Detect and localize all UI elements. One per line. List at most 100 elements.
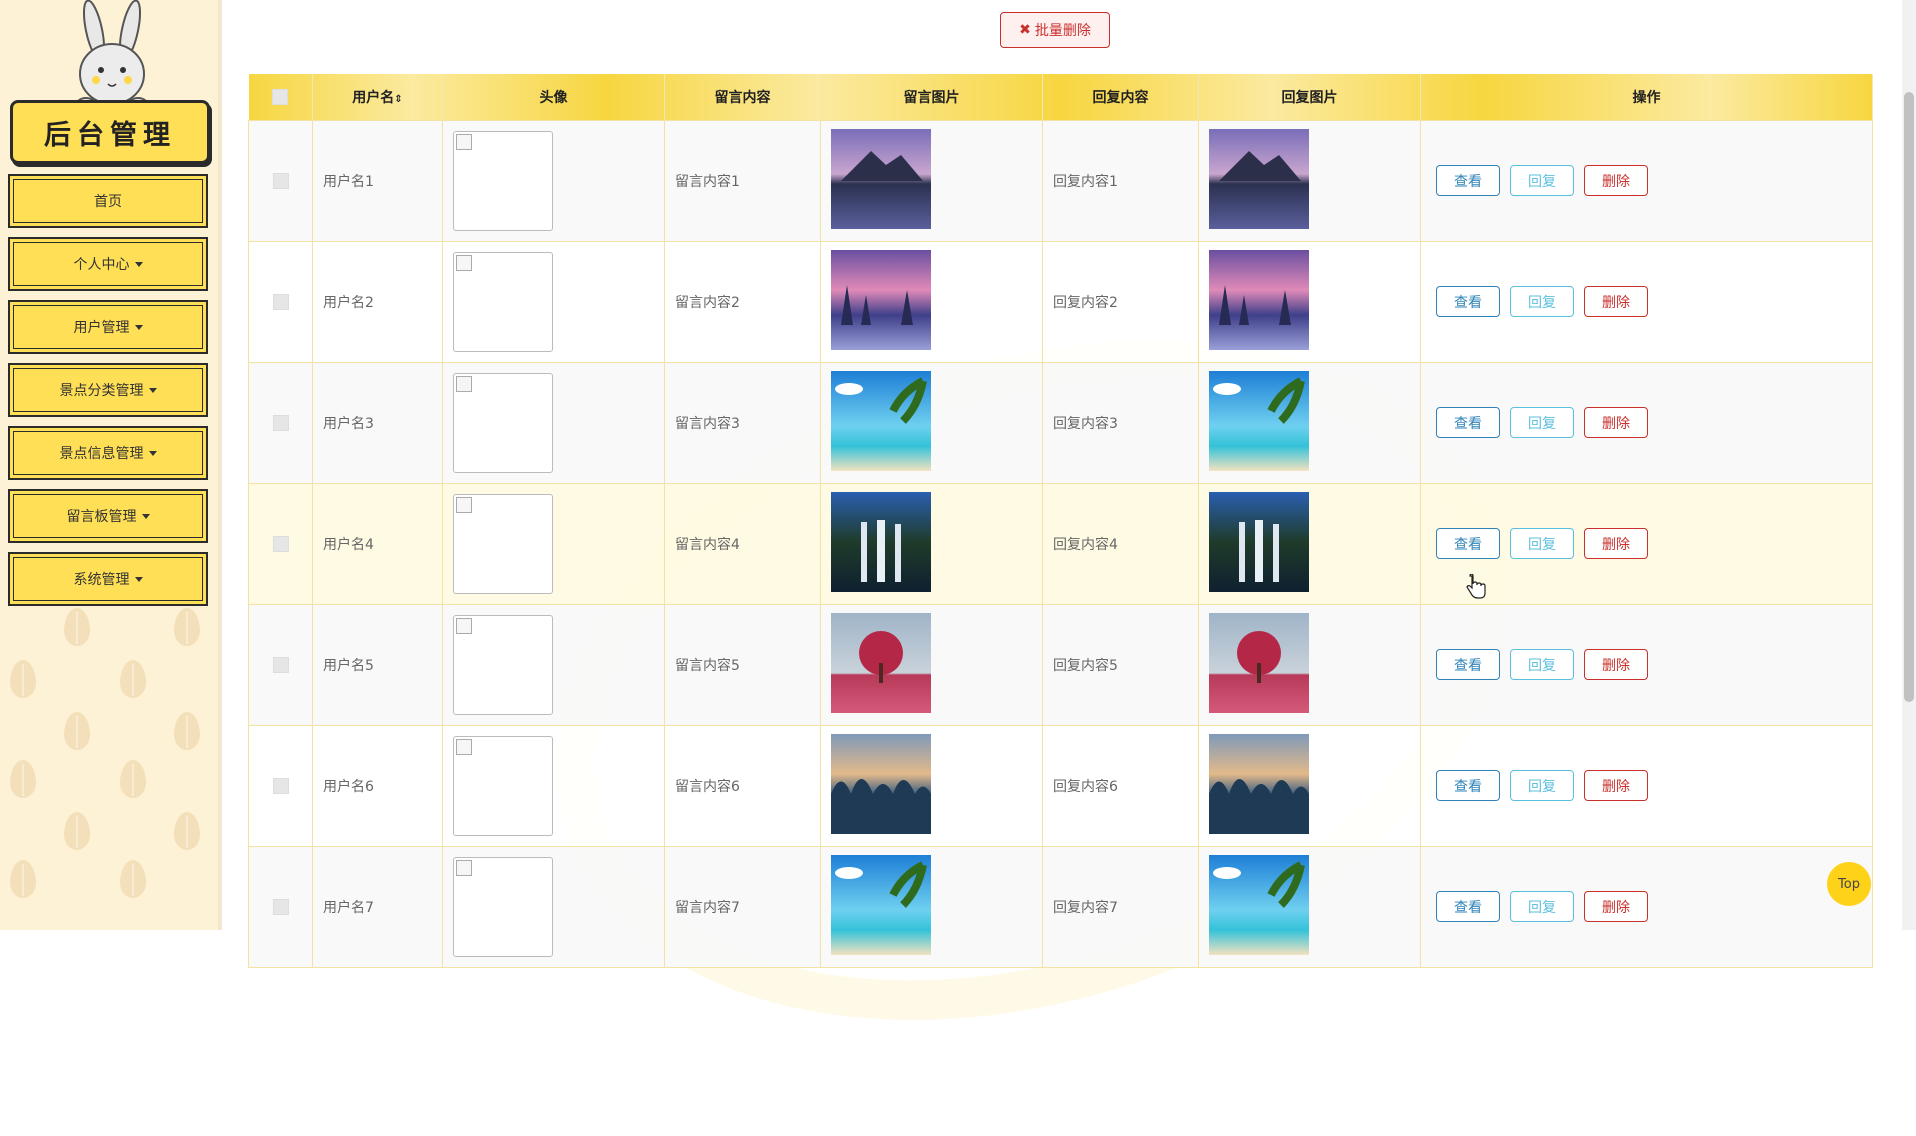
- sort-icon: ⇕: [394, 93, 403, 105]
- message-cell: 留言内容6: [664, 724, 821, 847]
- reply-button[interactable]: 回复: [1510, 770, 1574, 801]
- delete-button[interactable]: 删除: [1584, 649, 1648, 680]
- message-cell: 留言内容7: [664, 845, 821, 968]
- sidebar-item-message-board-management[interactable]: 留言板管理: [8, 489, 208, 543]
- avatar: [453, 735, 553, 836]
- caret-down-icon: [141, 513, 150, 519]
- row-checkbox[interactable]: [272, 898, 289, 915]
- reply-image-cell: [1198, 361, 1421, 484]
- username-cell: 用户名5: [312, 603, 443, 726]
- message-image: [831, 854, 931, 955]
- row-select-cell: [248, 482, 313, 605]
- delete-button[interactable]: 删除: [1584, 528, 1648, 559]
- message-image-cell: [820, 603, 1043, 726]
- row-checkbox[interactable]: [272, 535, 289, 552]
- message-cell: 留言内容5: [664, 603, 821, 726]
- view-button[interactable]: 查看: [1436, 165, 1500, 196]
- sidebar-item-home[interactable]: 首页: [8, 174, 208, 228]
- view-button[interactable]: 查看: [1436, 407, 1500, 438]
- view-button[interactable]: 查看: [1436, 286, 1500, 317]
- caret-down-icon: [134, 261, 143, 267]
- delete-button[interactable]: 删除: [1584, 165, 1648, 196]
- sidebar-item-scenic-info-management[interactable]: 景点信息管理: [8, 426, 208, 480]
- leaf-decoration: [10, 860, 36, 898]
- logo-plate: 后台管理: [10, 100, 210, 164]
- avatar: [453, 372, 553, 473]
- row-select-cell: [248, 119, 313, 242]
- app-title: 后台管理: [44, 119, 176, 151]
- scrollbar-thumb[interactable]: [1904, 92, 1914, 702]
- leaf-decoration: [64, 812, 90, 850]
- reply-button[interactable]: 回复: [1510, 407, 1574, 438]
- table-row: 用户名6 留言内容6 回复内容6 查看 回复 删除: [248, 724, 1873, 847]
- leaf-decoration: [174, 712, 200, 750]
- back-to-top-button[interactable]: Top: [1827, 862, 1871, 906]
- sidebar-item-scenic-category-management[interactable]: 景点分类管理: [8, 363, 208, 417]
- message-cell: 留言内容4: [664, 482, 821, 605]
- avatar: [453, 130, 553, 231]
- message-image: [831, 128, 931, 229]
- sidebar-item-system-management[interactable]: 系统管理: [8, 552, 208, 606]
- reply-button[interactable]: 回复: [1510, 528, 1574, 559]
- message-image-cell: [820, 845, 1043, 968]
- column-header: 留言内容: [664, 74, 821, 120]
- message-image: [831, 491, 931, 592]
- table-row: 用户名4 留言内容4 回复内容4 查看 回复 删除: [248, 482, 1873, 605]
- scrollbar[interactable]: [1902, 0, 1916, 930]
- reply-image: [1209, 612, 1309, 713]
- message-image-cell: [820, 240, 1043, 363]
- column-header[interactable]: 用户名⇕: [312, 74, 443, 120]
- select-all-checkbox[interactable]: [272, 88, 289, 105]
- view-button[interactable]: 查看: [1436, 649, 1500, 680]
- message-image-cell: [820, 119, 1043, 242]
- view-button[interactable]: 查看: [1436, 528, 1500, 559]
- reply-button[interactable]: 回复: [1510, 286, 1574, 317]
- delete-button[interactable]: 删除: [1584, 407, 1648, 438]
- sidebar-item-personal-center[interactable]: 个人中心: [8, 237, 208, 291]
- leaf-decoration: [120, 660, 146, 698]
- row-checkbox[interactable]: [272, 293, 289, 310]
- column-header: 回复图片: [1198, 74, 1421, 120]
- close-icon: ✖: [1019, 22, 1031, 38]
- delete-button[interactable]: 删除: [1584, 891, 1648, 922]
- actions-cell: 查看 回复 删除: [1420, 724, 1873, 847]
- caret-down-icon: [148, 387, 157, 393]
- row-checkbox[interactable]: [272, 172, 289, 189]
- table-row: 用户名7 留言内容7 回复内容7 查看 回复 删除: [248, 845, 1873, 968]
- reply-image-cell: [1198, 119, 1421, 242]
- delete-button[interactable]: 删除: [1584, 770, 1648, 801]
- message-image: [831, 249, 931, 350]
- sidebar-item-user-management[interactable]: 用户管理: [8, 300, 208, 354]
- delete-button[interactable]: 删除: [1584, 286, 1648, 317]
- rabbit-mascot-icon: [76, 0, 148, 111]
- bulk-delete-button[interactable]: ✖ 批量删除: [1000, 12, 1110, 48]
- row-checkbox[interactable]: [272, 656, 289, 673]
- reply-button[interactable]: 回复: [1510, 891, 1574, 922]
- reply-button[interactable]: 回复: [1510, 165, 1574, 196]
- reply-cell: 回复内容4: [1042, 482, 1199, 605]
- reply-image: [1209, 370, 1309, 471]
- row-checkbox[interactable]: [272, 414, 289, 431]
- message-image-cell: [820, 361, 1043, 484]
- caret-down-icon: [148, 450, 157, 456]
- reply-image-cell: [1198, 724, 1421, 847]
- reply-image: [1209, 854, 1309, 955]
- column-header: 头像: [442, 74, 665, 120]
- avatar: [453, 251, 553, 352]
- sidebar-item-label: 留言板管理: [66, 509, 137, 525]
- leaf-decoration: [120, 760, 146, 798]
- view-button[interactable]: 查看: [1436, 770, 1500, 801]
- message-image: [831, 370, 931, 471]
- reply-cell: 回复内容7: [1042, 845, 1199, 968]
- username-cell: 用户名6: [312, 724, 443, 847]
- username-cell: 用户名1: [312, 119, 443, 242]
- caret-down-icon: [134, 576, 143, 582]
- caret-down-icon: [134, 324, 143, 330]
- avatar-cell: [442, 724, 665, 847]
- view-button[interactable]: 查看: [1436, 891, 1500, 922]
- reply-button[interactable]: 回复: [1510, 649, 1574, 680]
- actions-cell: 查看 回复 删除: [1420, 482, 1873, 605]
- message-image-cell: [820, 724, 1043, 847]
- reply-image-cell: [1198, 240, 1421, 363]
- row-checkbox[interactable]: [272, 777, 289, 794]
